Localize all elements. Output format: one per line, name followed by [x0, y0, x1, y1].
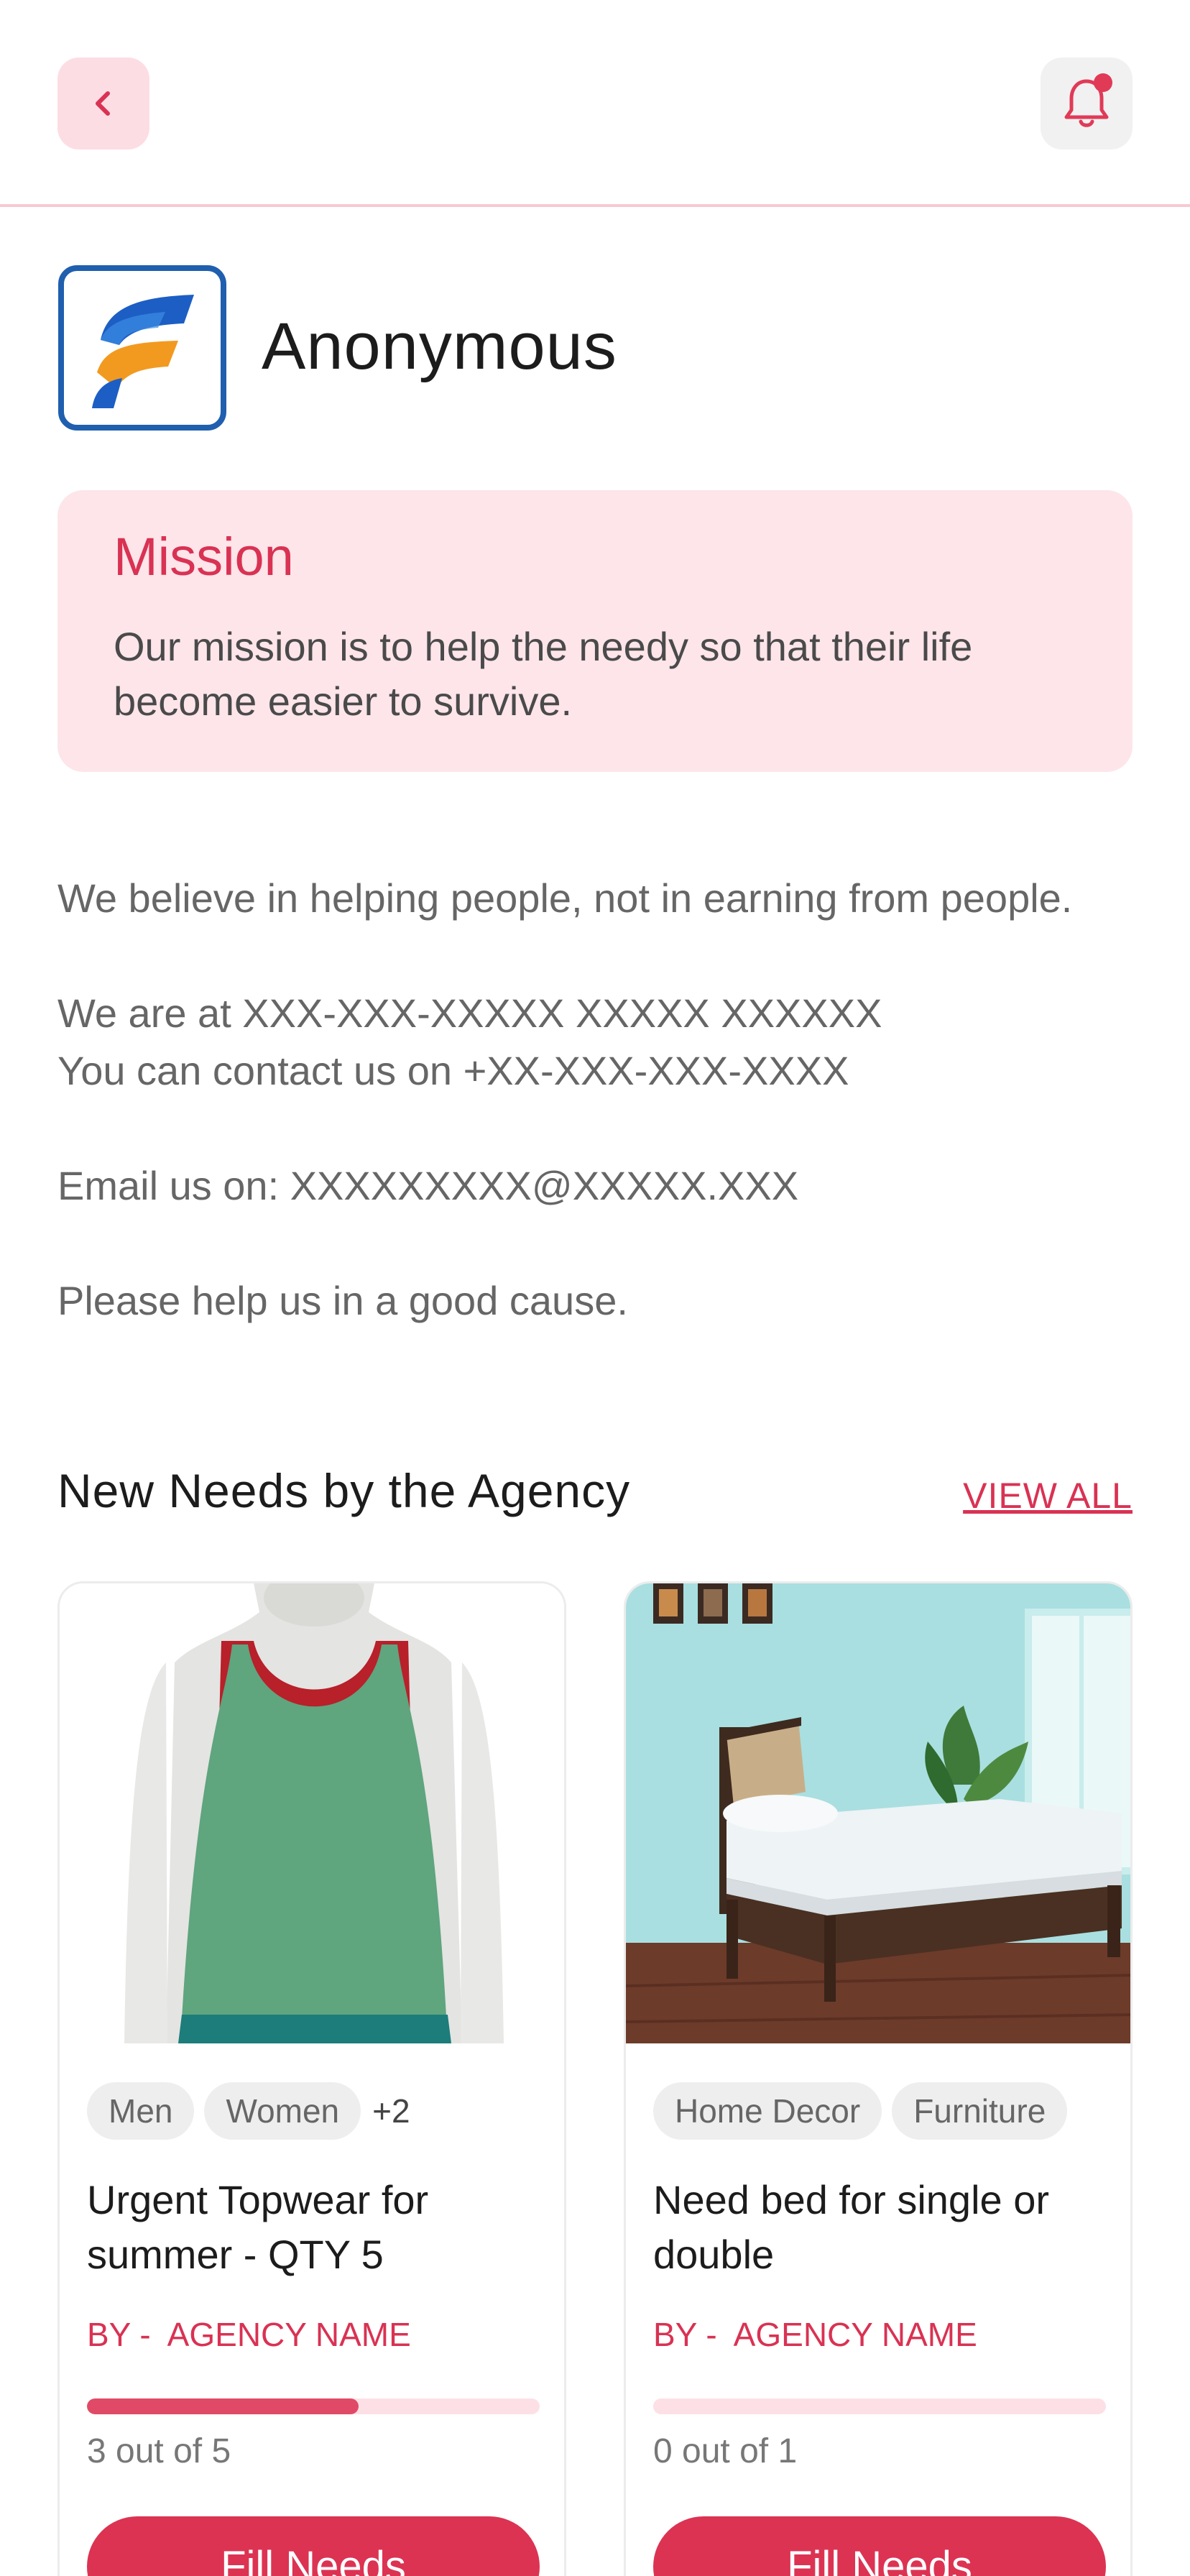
progress-text: 3 out of 5 — [87, 2432, 231, 2470]
need-card[interactable]: Home Decor Furniture Need bed for single… — [624, 1581, 1133, 2576]
by-label: BY - — [87, 2316, 151, 2353]
agency-name-label: AGENCY NAME — [167, 2316, 411, 2353]
by-label: BY - — [653, 2316, 717, 2353]
need-title: Need bed for single or double — [653, 2177, 1050, 2277]
agency-byline: BY - AGENCY NAME — [87, 2315, 411, 2354]
progress-fill — [87, 2398, 359, 2414]
notifications-button[interactable] — [1041, 58, 1133, 150]
appeal-line: Please help us in a good cause. — [57, 1278, 628, 1323]
tag: Women — [204, 2082, 361, 2140]
progress-text: 0 out of 1 — [653, 2432, 798, 2470]
email-line: Email us on: XXXXXXXXX@XXXXX.XXX — [57, 1163, 799, 1208]
agency-description: We believe in helping people, not in ear… — [57, 870, 1150, 1330]
tag: Home Decor — [653, 2082, 882, 2140]
tag-list: Home Decor Furniture — [653, 2082, 1068, 2140]
mission-title: Mission — [114, 527, 294, 586]
back-button[interactable] — [57, 58, 149, 150]
agency-name-label: AGENCY NAME — [733, 2316, 977, 2353]
view-all-link[interactable]: VIEW ALL — [963, 1475, 1133, 1517]
tag: Men — [87, 2082, 195, 2140]
agency-name: Anonymous — [262, 310, 617, 383]
mission-card: Mission Our mission is to help the needy… — [57, 490, 1133, 772]
tag: Furniture — [892, 2082, 1068, 2140]
agency-profile-page: Anonymous Mission Our mission is to help… — [0, 0, 1190, 2576]
mission-text: Our mission is to help the needy so that… — [114, 624, 973, 724]
contact-line: You can contact us on +XX-XXX-XXX-XXXX — [57, 1048, 849, 1093]
description-line: We believe in helping people, not in ear… — [57, 875, 1073, 921]
top-bar — [0, 0, 1190, 207]
fill-needs-button[interactable]: Fill Needs — [87, 2516, 540, 2576]
need-card[interactable]: Men Women +2 Urgent Topwear for summer -… — [57, 1581, 566, 2576]
topwear-image — [60, 1583, 564, 2043]
fill-needs-button[interactable]: Fill Needs — [653, 2516, 1106, 2576]
bed-image — [626, 1583, 1130, 2043]
more-tags-count[interactable]: +2 — [372, 2092, 410, 2130]
progress-bar — [87, 2398, 540, 2414]
agency-logo — [57, 264, 227, 431]
progress-bar — [653, 2398, 1106, 2414]
agency-byline: BY - AGENCY NAME — [653, 2315, 977, 2354]
tag-list: Men Women +2 — [87, 2082, 410, 2140]
need-title: Urgent Topwear for summer - QTY 5 — [87, 2177, 429, 2277]
address-line: We are at XXX-XXX-XXXXX XXXXX XXXXXX — [57, 990, 882, 1036]
chevron-left-icon — [96, 91, 110, 116]
notification-dot — [1094, 73, 1112, 92]
needs-section-title: New Needs by the Agency — [57, 1464, 631, 1517]
